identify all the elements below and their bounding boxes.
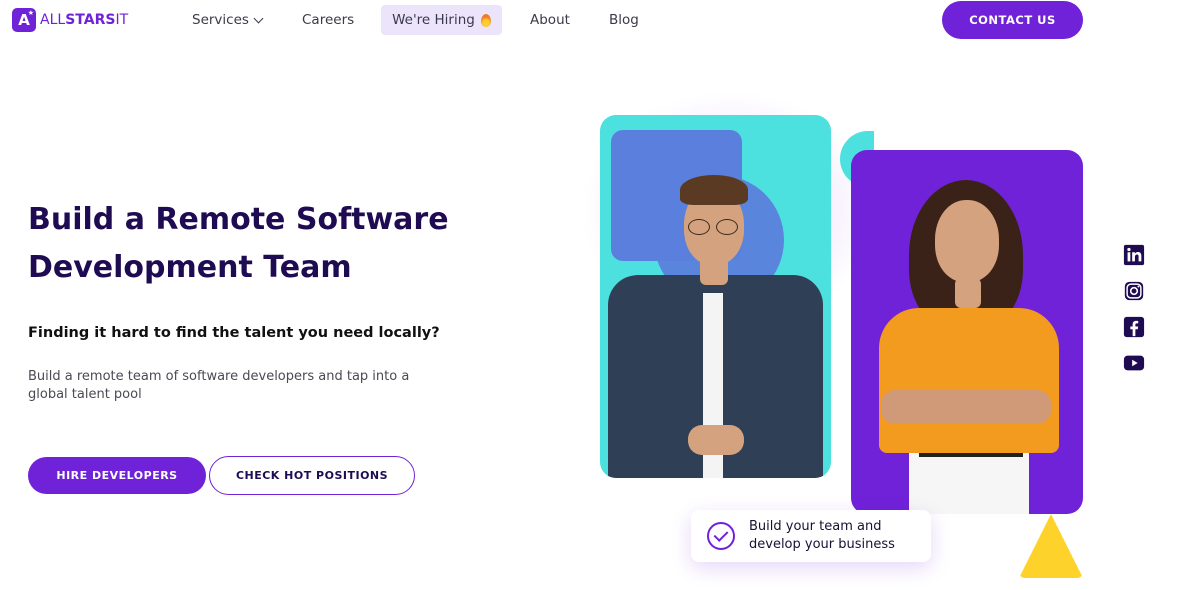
hire-developers-button[interactable]: HIRE DEVELOPERS (28, 457, 206, 494)
logo-text: ALLSTARSIT (40, 12, 128, 28)
badge-line1: Build your team and (749, 519, 882, 534)
female-developer-image (851, 150, 1083, 514)
badge-line2: develop your business (749, 537, 895, 552)
logo-mark-icon: A ★ (12, 8, 36, 32)
nav-about[interactable]: About (530, 12, 570, 28)
instagram-icon[interactable] (1123, 280, 1145, 302)
logo-text-suffix: IT (115, 12, 129, 28)
logo-text-light: ALL (40, 12, 66, 28)
top-navigation: A ★ ALLSTARSIT Services Careers We're Hir… (0, 0, 1184, 40)
developer-card-male (600, 115, 831, 478)
nav-services-label: Services (192, 12, 249, 28)
nav-services[interactable]: Services (192, 12, 264, 28)
nav-blog-label: Blog (609, 12, 639, 28)
check-circle-icon (707, 522, 735, 550)
nav-careers[interactable]: Careers (302, 12, 354, 28)
hero-title: Build a Remote Software Development Team (28, 196, 468, 292)
nav-about-label: About (530, 12, 570, 28)
youtube-icon[interactable] (1123, 352, 1145, 374)
nav-blog[interactable]: Blog (609, 12, 639, 28)
check-hot-positions-button[interactable]: CHECK HOT POSITIONS (209, 456, 415, 495)
team-benefit-badge: Build your team and develop your busines… (691, 510, 931, 562)
linkedin-icon[interactable] (1123, 244, 1145, 266)
star-icon: ★ (27, 9, 34, 17)
chevron-down-icon (253, 13, 264, 23)
hero-title-line2: Development Team (28, 250, 352, 285)
hero-title-line1: Build a Remote Software (28, 202, 449, 237)
fire-icon (480, 13, 491, 27)
hero-description: Build a remote team of software develope… (28, 369, 410, 402)
contact-us-button[interactable]: CONTACT US (942, 1, 1083, 39)
facebook-icon[interactable] (1123, 316, 1145, 338)
brand-logo[interactable]: A ★ ALLSTARSIT (12, 8, 128, 32)
nav-careers-label: Careers (302, 12, 355, 28)
badge-text: Build your team and develop your busines… (749, 518, 895, 554)
nav-hiring-label: We're Hiring (392, 12, 475, 28)
nav-were-hiring[interactable]: We're Hiring (381, 5, 502, 35)
male-developer-image (600, 115, 831, 478)
developer-card-female (851, 150, 1083, 514)
decor-triangle (1019, 514, 1083, 578)
logo-text-bold: STARS (65, 12, 116, 28)
hero-subtitle: Finding it hard to find the talent you n… (28, 325, 440, 341)
